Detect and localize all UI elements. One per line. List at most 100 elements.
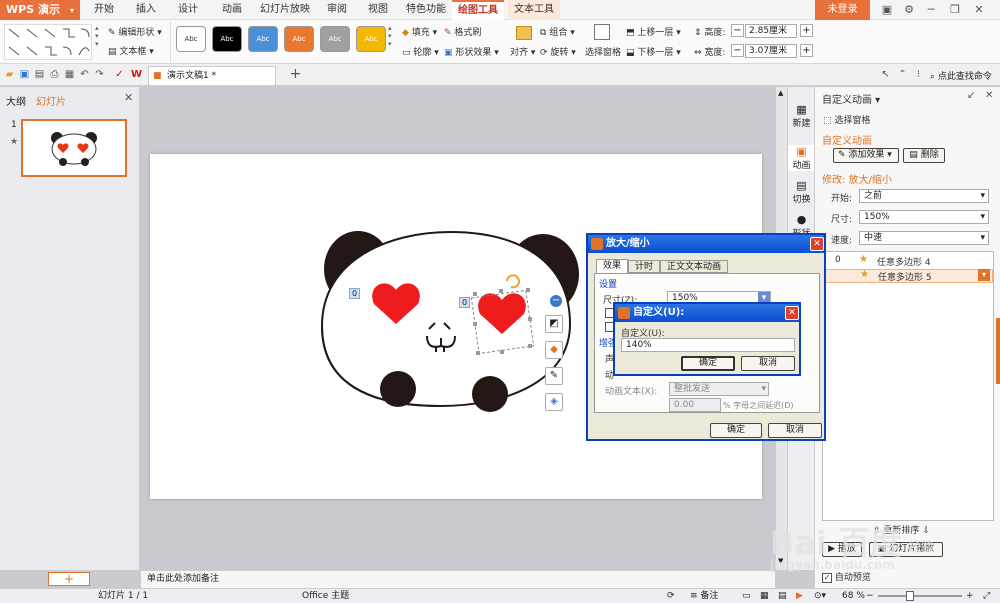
custom-cancel-button[interactable]: 取消 — [741, 356, 795, 371]
preview-icon[interactable]: ▦ — [63, 68, 76, 81]
reorder-down-icon[interactable]: ⇩ — [922, 526, 930, 536]
tab-new[interactable]: ▦ 新建 — [788, 103, 815, 129]
zoom-thumb[interactable] — [906, 591, 914, 601]
menu-start[interactable]: 开始 — [88, 0, 120, 20]
custom-dialog-close-button[interactable]: ✕ — [785, 306, 799, 320]
close-pane-icon[interactable]: ✕ — [985, 90, 993, 101]
delete-button[interactable]: ▤ 删除 — [903, 148, 945, 163]
width-increment[interactable]: + — [800, 44, 813, 57]
menu-special[interactable]: 特色功能 — [403, 0, 449, 20]
logo-dropdown-icon[interactable]: ▾ — [70, 6, 74, 15]
notes-area[interactable]: 单击此处添加备注 — [141, 570, 775, 588]
document-tab[interactable]: ■ 演示文稿1 * — [148, 66, 276, 85]
redo-icon[interactable]: ↷ — [93, 68, 106, 81]
tab-effect[interactable]: 效果 — [596, 259, 628, 273]
add-slide-button[interactable]: + — [48, 572, 90, 586]
notes-toggle[interactable]: ≡ 备注 — [690, 589, 718, 603]
group-button[interactable]: ⧉ 组合 ▾ — [540, 25, 575, 38]
rotate-button[interactable]: ⟳ 旋转 ▾ — [540, 45, 576, 58]
undo-icon[interactable]: ↶ — [78, 68, 91, 81]
tab-outline[interactable]: 大纲 — [6, 93, 26, 108]
sorter-view-icon[interactable]: ▦ — [760, 589, 769, 603]
tab-transition[interactable]: ▤ 切换 — [788, 179, 815, 205]
minimize-icon[interactable]: ─ — [920, 2, 942, 18]
normal-view-icon[interactable]: ▭ — [742, 589, 751, 603]
delay-input[interactable]: 0.00 — [669, 398, 721, 412]
send-backward-button[interactable]: ⬓ 下移一层 ▾ — [626, 45, 681, 58]
select-pane-link[interactable]: ⬚ 选择窗格 — [823, 113, 870, 126]
more-icon[interactable]: ⁝ — [912, 68, 925, 81]
dialog-ok-button[interactable]: 确定 — [710, 423, 762, 438]
custom-ok-button[interactable]: 确定 — [681, 356, 735, 371]
close-icon[interactable]: ✕ — [968, 2, 990, 18]
animation-order-badge[interactable]: 0 — [349, 288, 361, 299]
style-swatch[interactable]: Abc — [212, 26, 242, 52]
fill-float-icon[interactable]: ◆ — [545, 341, 563, 359]
width-decrement[interactable]: − — [731, 44, 744, 57]
app-logo[interactable]: WPS 演示 — [0, 0, 80, 20]
outline-button[interactable]: ▭ 轮廓 ▾ — [402, 45, 439, 58]
settings-icon[interactable]: ⚙ — [898, 2, 920, 18]
restore-icon[interactable]: ❐ — [944, 2, 966, 18]
open-icon[interactable]: ▰ — [3, 68, 16, 81]
width-input[interactable]: 3.07厘米 — [745, 44, 797, 58]
menu-review[interactable]: 审阅 — [321, 0, 353, 20]
style-scroll-icon[interactable]: ▴ ▾ ▾ — [388, 24, 392, 48]
tab-text-animation[interactable]: 正文文本动画 — [660, 260, 728, 273]
print-icon[interactable]: ⎙ — [48, 68, 61, 81]
login-button[interactable]: 未登录 — [815, 0, 870, 20]
style-swatch[interactable]: Abc — [284, 26, 314, 52]
dialog-title[interactable]: 放大/缩小 — [588, 235, 824, 253]
align-button[interactable]: 对齐 ▾ — [510, 45, 535, 58]
scroll-up-icon[interactable]: ▲ — [778, 89, 783, 97]
reading-view-icon[interactable]: ▤ — [778, 589, 787, 603]
find-command[interactable]: ⌕ 点此查找命令 — [930, 69, 992, 82]
size-select[interactable]: 150% ▾ — [859, 210, 989, 224]
menu-insert[interactable]: 插入 — [130, 0, 162, 20]
menu-drawing-tools[interactable]: 绘图工具 — [452, 0, 504, 20]
custom-value-input[interactable]: 140% — [621, 338, 795, 352]
fill-button[interactable]: ◆ 填充 ▾ — [402, 25, 437, 38]
height-decrement[interactable]: − — [731, 24, 744, 37]
pane-header[interactable]: 自定义动画 ▾ — [822, 91, 880, 106]
zoom-options-icon[interactable]: ⊙▾ — [814, 589, 826, 603]
shape-gallery[interactable] — [4, 24, 92, 60]
shape-effect-button[interactable]: ▣ 形状效果 ▾ — [444, 45, 499, 58]
tab-slides[interactable]: 幻灯片 — [36, 93, 66, 108]
height-increment[interactable]: + — [800, 24, 813, 37]
dialog-cancel-button[interactable]: 取消 — [768, 423, 822, 438]
saveas-icon[interactable]: ▤ — [33, 68, 46, 81]
menu-animation[interactable]: 动画 — [216, 0, 248, 20]
animation-order-badge[interactable]: 0 — [459, 297, 471, 308]
custom-dialog-title[interactable]: 自定义(U): — [615, 304, 799, 322]
fit-window-icon[interactable]: ⤢ — [983, 589, 990, 603]
check-icon[interactable]: ✓ — [113, 68, 126, 81]
new-tab-icon[interactable]: + — [289, 67, 302, 81]
dialog-close-button[interactable]: ✕ — [810, 237, 824, 251]
pin-icon[interactable]: ↙ — [967, 90, 975, 101]
start-select[interactable]: 之前 ▾ — [859, 189, 989, 203]
expand-icon[interactable]: ⌃ — [896, 68, 909, 81]
menu-design[interactable]: 设计 — [172, 0, 204, 20]
height-input[interactable]: 2.85厘米 — [745, 24, 797, 38]
style-swatch[interactable]: Abc — [248, 26, 278, 52]
animation-list[interactable]: 0 ★ 任意多边形 4 ★ 任意多边形 5 ▾ — [822, 251, 994, 521]
close-panel-icon[interactable]: ✕ — [124, 91, 133, 104]
save-icon[interactable]: ▣ — [18, 68, 31, 81]
shape-style-icon[interactable]: ◩ — [545, 315, 563, 333]
list-item[interactable]: ★ 任意多边形 5 ▾ — [823, 269, 993, 283]
speed-select[interactable]: 中速 ▾ — [859, 231, 989, 245]
edit-shape-button[interactable]: ✎ 编辑形状 ▾ — [108, 25, 162, 38]
style-swatch[interactable]: Abc — [356, 26, 386, 52]
menu-slideshow[interactable]: 幻灯片放映 — [258, 0, 312, 20]
zoom-out-icon[interactable]: − — [866, 589, 874, 603]
status-refresh-icon[interactable]: ⟳ — [667, 589, 675, 603]
cursor-icon[interactable]: ↖ — [879, 68, 892, 81]
list-item[interactable]: 0 ★ 任意多边形 4 — [823, 254, 993, 268]
autopreview-checkbox[interactable]: ✓ — [822, 572, 832, 583]
slide-thumbnail[interactable] — [21, 119, 127, 177]
wps-icon[interactable]: W — [130, 68, 143, 81]
zoom-in-icon[interactable]: + — [966, 589, 974, 603]
add-effect-button[interactable]: ✎ 添加效果 ▾ — [833, 148, 899, 163]
skin-icon[interactable]: ▣ — [876, 2, 898, 18]
